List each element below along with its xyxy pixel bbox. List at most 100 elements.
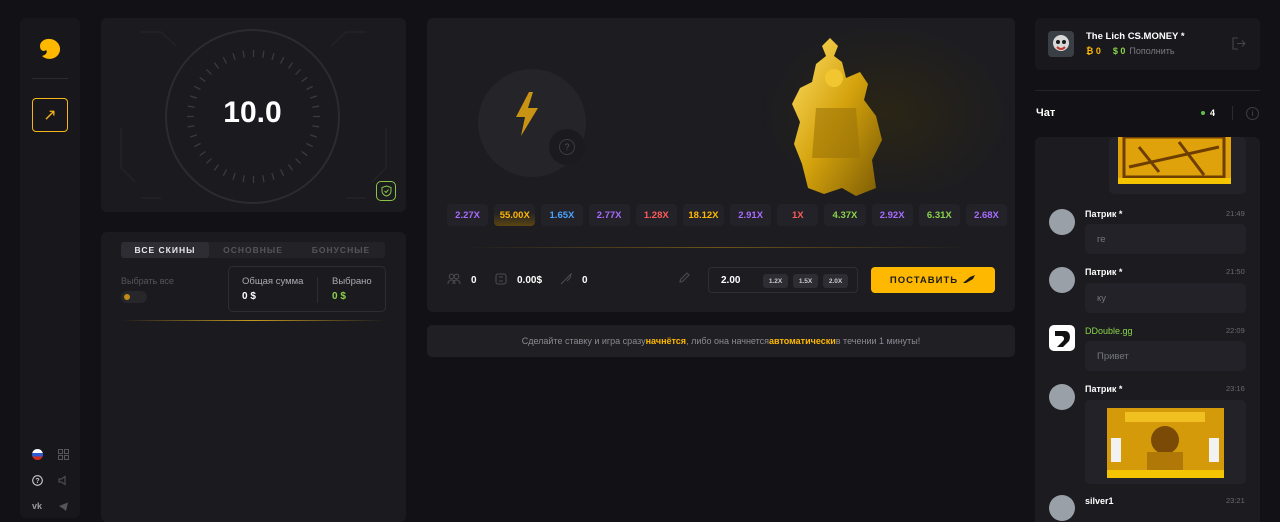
select-all-label: Выбрать все (121, 276, 174, 286)
info-text-2: , либо она начнется (686, 336, 770, 346)
logout-icon[interactable] (1232, 37, 1246, 53)
chat-panel[interactable]: Патрик * 21:49 ге Патрик * 21:50 ку DDou… (1035, 137, 1260, 522)
multiplier-chip: 2.92X (871, 204, 913, 226)
coin-balance-value: 0 (1095, 46, 1101, 56)
sound-icon[interactable] (56, 473, 70, 487)
grid-icon[interactable] (56, 447, 70, 461)
dollar-balance: $ 0 (1112, 46, 1126, 56)
chat-avatar[interactable] (1049, 209, 1075, 235)
right-divider (1035, 90, 1260, 91)
total-sum-label: Общая сумма (242, 276, 304, 287)
provably-fair-shield-icon[interactable] (376, 181, 396, 201)
chat-avatar[interactable] (1049, 325, 1075, 351)
multiplier-chip: 6.31X (918, 204, 960, 226)
knife-icon (962, 274, 976, 287)
chat-username[interactable]: Патрик * (1085, 209, 1122, 219)
tab-bonus-skins[interactable]: БОНУСНЫЕ (297, 242, 385, 258)
chat-username[interactable]: silver1 (1085, 496, 1114, 506)
chat-avatar[interactable] (1049, 495, 1075, 521)
chat-time: 23:21 (1226, 496, 1245, 505)
chat-time: 23:16 (1226, 384, 1245, 393)
chat-message: ку (1085, 283, 1246, 313)
chat-time: 21:49 (1226, 209, 1245, 218)
user-card: The Lich CS.MONEY * ₿ 0 $ 0 Пополнить (1035, 18, 1260, 70)
selected-value: 0 $ (332, 291, 346, 302)
info-text-3: в течении 1 минуты! (835, 336, 921, 346)
total-sum-value: 0 $ (242, 291, 256, 302)
chat-message: ге (1085, 224, 1246, 254)
multiplier-history: 2.27X 55.00X 1.65X 2.77X 1.28X 18.12X 2.91X 1X 4… (447, 204, 1008, 226)
chat-sticker-image (1085, 400, 1246, 484)
multiplier-chip: 1.65X (541, 204, 583, 226)
players-stat: 0 (447, 273, 477, 288)
golden-throne-character-image (792, 38, 882, 196)
chat-info-icon[interactable]: i (1246, 107, 1259, 120)
select-all-toggle[interactable] (121, 291, 147, 303)
chat-username[interactable]: DDouble.gg (1085, 326, 1133, 336)
bet-amount-input[interactable]: 2.00 1.2X 1.5X 2.0X (708, 267, 858, 293)
info-highlight-starts: начнётся (645, 336, 687, 346)
place-bet-button[interactable]: ПОСТАВИТЬ (871, 267, 995, 293)
arrow-up-right-icon: ↗ (43, 107, 57, 124)
chat-username[interactable]: Патрик * (1085, 267, 1122, 277)
bank-stat: 0.00$ (495, 273, 542, 288)
game-panel: ? 2.27X 55.00X 1.65X 2.77X 1.28X 18.12X 2.91X 1… (427, 18, 1015, 312)
players-count: 0 (471, 275, 477, 286)
multiplier-chip: 1.28X (635, 204, 677, 226)
chat-message: Привет (1085, 341, 1246, 371)
info-highlight-auto: автоматически (769, 336, 836, 346)
multiplier-chip: 18.12X (682, 204, 725, 226)
timer-panel: 10.0 (101, 18, 406, 212)
bet-amount-value: 2.00 (721, 275, 741, 286)
items-stat: 0 (560, 272, 588, 288)
bet-multiplier-1-2x-button[interactable]: 1.2X (763, 274, 788, 288)
bank-value: 0.00$ (517, 275, 543, 286)
skins-panel: ВСЕ СКИНЫ ОСНОВНЫЕ БОНУСНЫЕ Выбрать все … (101, 232, 406, 522)
bank-icon (495, 273, 507, 288)
players-icon (447, 273, 461, 288)
online-dot-icon (1201, 111, 1205, 115)
user-balance: ₿ 0 $ 0 Пополнить (1086, 46, 1175, 56)
svg-text:?: ? (35, 478, 39, 485)
multiplier-chip: 55.00X (494, 204, 536, 226)
user-name: The Lich CS.MONEY * (1086, 31, 1185, 42)
chat-header-divider (1232, 106, 1233, 120)
user-avatar[interactable] (1048, 31, 1074, 57)
question-icon: ? (559, 139, 575, 155)
top-up-link[interactable]: Пополнить (1129, 46, 1174, 56)
coin-balance: ₿ 0 (1086, 46, 1101, 56)
lightning-bolt-icon (513, 91, 541, 148)
tab-main-skins[interactable]: ОСНОВНЫЕ (209, 242, 297, 258)
skins-summary-box: Общая сумма 0 $ Выбрано 0 $ (228, 266, 386, 312)
game-help-button[interactable]: ? (549, 129, 585, 165)
help-icon[interactable]: ? (30, 473, 44, 487)
skins-tabs: ВСЕ СКИНЫ ОСНОВНЫЕ БОНУСНЫЕ (121, 242, 385, 258)
items-count: 0 (582, 275, 588, 286)
bet-multiplier-2-0x-button[interactable]: 2.0X (823, 274, 848, 288)
online-count: 4 (1201, 108, 1215, 118)
knife-icon (560, 272, 573, 288)
coin-icon: ₿ (1086, 46, 1096, 56)
summary-divider (317, 277, 318, 303)
multiplier-chip: 2.68X (965, 204, 1008, 226)
nav-crash-game-button[interactable]: ↗ (32, 98, 68, 132)
selected-label: Выбрано (332, 276, 372, 287)
bet-multiplier-1-5x-button[interactable]: 1.5X (793, 274, 818, 288)
tab-all-skins[interactable]: ВСЕ СКИНЫ (121, 242, 209, 258)
site-logo-icon[interactable] (36, 36, 64, 62)
multiplier-chip: 2.77X (588, 204, 630, 226)
chat-avatar[interactable] (1049, 267, 1075, 293)
chat-title: Чат (1036, 107, 1056, 119)
sidebar-divider (32, 78, 68, 79)
skins-divider (121, 320, 385, 321)
vk-icon[interactable]: vk (30, 499, 44, 513)
multiplier-chip: 2.91X (730, 204, 772, 226)
edit-pencil-icon[interactable] (678, 271, 691, 289)
language-flag-icon[interactable] (30, 447, 44, 461)
chat-avatar[interactable] (1049, 384, 1075, 410)
chat-time: 21:50 (1226, 267, 1245, 276)
left-sidebar: ↗ ? vk (20, 18, 80, 518)
chat-username[interactable]: Патрик * (1085, 384, 1122, 394)
telegram-icon[interactable] (56, 499, 70, 513)
online-count-value: 4 (1210, 108, 1216, 118)
